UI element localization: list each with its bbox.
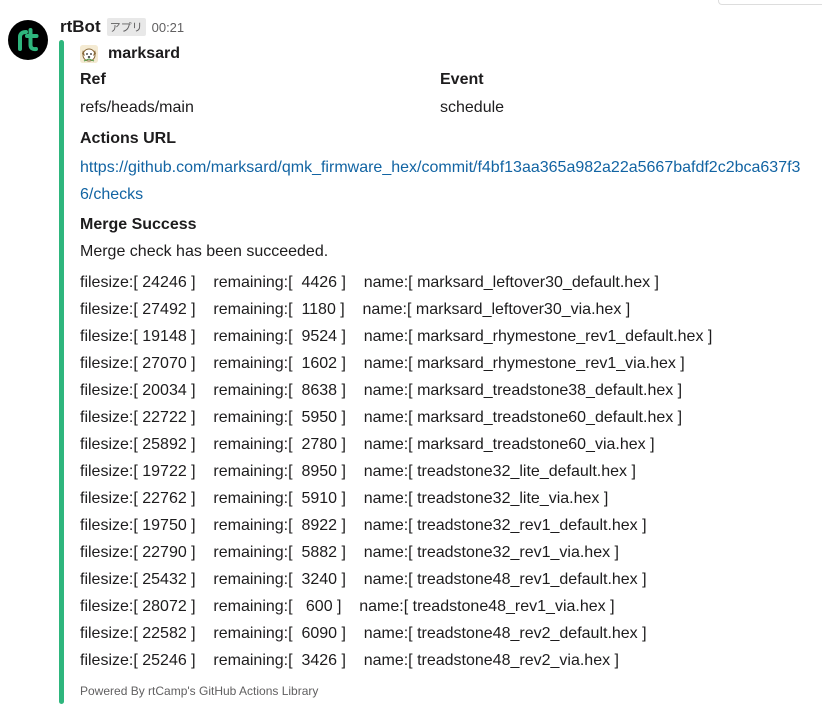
app-badge: アプリ [106,18,146,36]
actions-url-title: Actions URL [80,130,176,147]
report-row: filesize:[ 22582 ] remaining:[ 6090 ] na… [80,625,647,642]
author-name[interactable]: marksard [108,45,180,63]
report-row: filesize:[ 25892 ] remaining:[ 2780 ] na… [80,436,655,453]
dog-avatar-icon[interactable] [80,45,98,63]
report-row: filesize:[ 22790 ] remaining:[ 5882 ] na… [80,544,619,561]
bot-name[interactable]: rtBot [60,17,101,37]
merge-success-title: Merge Success [80,216,197,233]
report-row: filesize:[ 19750 ] remaining:[ 8922 ] na… [80,517,647,534]
report-row: filesize:[ 28072 ] remaining:[ 600 ] nam… [80,598,615,615]
filesize-report: filesize:[ 24246 ] remaining:[ 4426 ] na… [80,269,712,674]
attachment-color-bar [59,40,64,704]
attachment-author: marksard [80,44,180,64]
report-row: filesize:[ 25246 ] remaining:[ 3426 ] na… [80,652,619,669]
rt-logo-icon [18,28,39,52]
merge-success-message: Merge check has been succeeded. [80,243,329,260]
report-row: filesize:[ 20034 ] remaining:[ 8638 ] na… [80,382,683,399]
message-header: rtBot アプリ 00:21 [60,16,184,38]
report-row: filesize:[ 22722 ] remaining:[ 5950 ] na… [80,409,683,426]
ref-field-title: Ref [80,71,106,88]
report-row: filesize:[ 19722 ] remaining:[ 8950 ] na… [80,463,636,480]
actions-url-link[interactable]: https://github.com/marksard/qmk_firmware… [80,154,810,208]
bot-avatar[interactable] [8,20,48,60]
report-row: filesize:[ 27492 ] remaining:[ 1180 ] na… [80,301,631,318]
ref-field-value: refs/heads/main [80,99,194,116]
message-actions-toolbar-edge [718,0,822,5]
message-timestamp[interactable]: 00:21 [152,20,185,35]
report-row: filesize:[ 27070 ] remaining:[ 1602 ] na… [80,355,685,372]
event-field-value: schedule [440,99,505,116]
report-row: filesize:[ 19148 ] remaining:[ 9524 ] na… [80,328,713,345]
report-row: filesize:[ 25432 ] remaining:[ 3240 ] na… [80,571,647,588]
slack-message-view: rtBot アプリ 00:21 marksard Ref refs/heads/… [0,0,822,716]
attachment-footer: Powered By rtCamp's GitHub Actions Libra… [80,684,319,698]
report-row: filesize:[ 24246 ] remaining:[ 4426 ] na… [80,274,659,291]
event-field-title: Event [440,71,484,88]
report-row: filesize:[ 22762 ] remaining:[ 5910 ] na… [80,490,609,507]
